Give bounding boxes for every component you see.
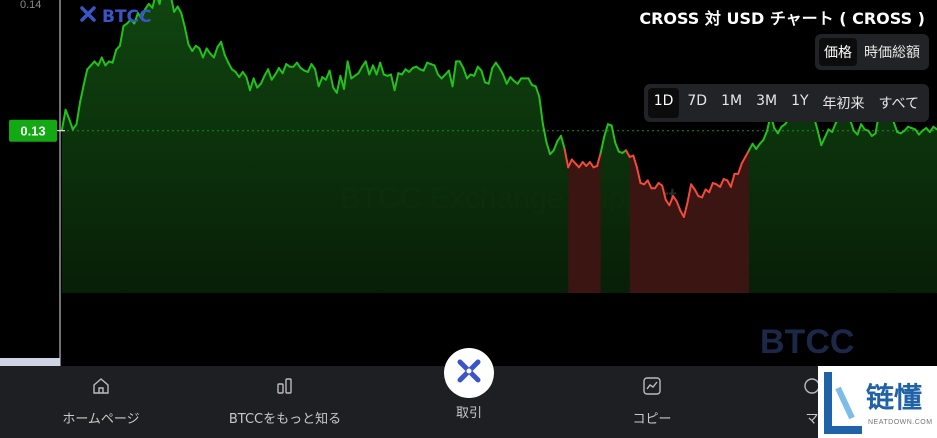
- range-7d[interactable]: 7D: [681, 88, 713, 118]
- price-chart: BTCC Exchange SupportBTCC 0.14 0.13: [0, 0, 937, 366]
- range-all[interactable]: すべて: [873, 88, 925, 118]
- metric-toggle: 価格 時価総額: [815, 34, 929, 70]
- current-price-label: 0.13: [20, 124, 45, 139]
- nav-more-label: マ: [805, 412, 819, 427]
- metric-option-market-cap[interactable]: 時価総額: [859, 38, 925, 66]
- neatdown-logo-icon: [824, 372, 862, 434]
- brand-logo: BTCC: [80, 6, 152, 27]
- nav-copy[interactable]: コピー: [572, 376, 732, 427]
- range-ytd[interactable]: 年初来: [817, 88, 871, 118]
- neatdown-watermark: 链懂 NEATDOWN.COM: [818, 366, 937, 438]
- area-fill-down: [629, 150, 749, 293]
- nav-copy-label: コピー: [632, 412, 672, 427]
- area-fill-down: [568, 152, 601, 293]
- y-tick-label: 0.14: [20, 0, 41, 11]
- trade-fab-button[interactable]: [444, 348, 494, 398]
- metric-option-price[interactable]: 価格: [819, 38, 857, 66]
- home-icon: [91, 376, 111, 400]
- current-price-badge: 0.13: [9, 119, 65, 142]
- range-1y[interactable]: 1Y: [785, 88, 814, 118]
- nav-about-label: BTCCをもっと知る: [228, 412, 342, 427]
- bar-chart-icon: [275, 376, 295, 400]
- nav-trade-label: 取引: [455, 406, 483, 421]
- area-fill-up: [62, 0, 937, 293]
- range-3m[interactable]: 3M: [750, 88, 783, 118]
- time-range-selector: 1D 7D 1M 3M 1Y 年初来 すべて: [643, 84, 929, 122]
- watermark-text: 链懂: [866, 381, 923, 414]
- btcc-x-icon: [456, 358, 482, 388]
- axis-corner-box: [0, 358, 60, 366]
- nav-home[interactable]: ホームページ: [21, 376, 181, 427]
- nav-home-label: ホームページ: [62, 412, 140, 427]
- chart-brand-watermark: BTCC: [760, 323, 854, 361]
- brand-name: BTCC: [102, 6, 152, 27]
- chart-title: CROSS 対 USD チャート ( CROSS ): [639, 9, 925, 28]
- range-1m[interactable]: 1M: [715, 88, 748, 118]
- chart-card-icon: [642, 376, 662, 400]
- btcc-logo-icon: [80, 6, 96, 27]
- range-1d[interactable]: 1D: [647, 88, 680, 118]
- nav-about[interactable]: BTCCをもっと知る: [205, 376, 365, 427]
- watermark-subtext: NEATDOWN.COM: [868, 419, 933, 426]
